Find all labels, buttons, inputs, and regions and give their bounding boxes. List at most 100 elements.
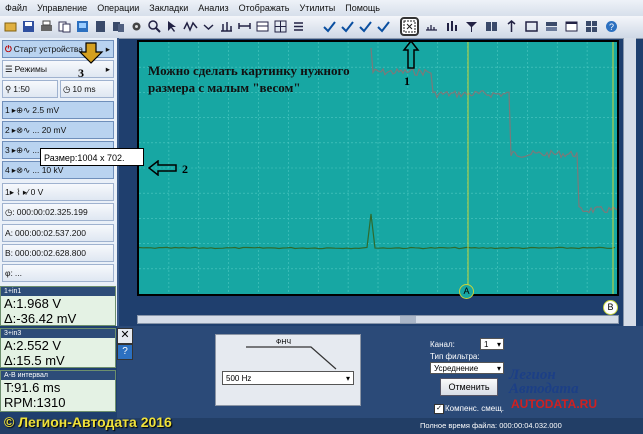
page-icon[interactable] <box>93 19 108 34</box>
scale-icon[interactable] <box>219 19 234 34</box>
export-image-icon[interactable] <box>75 19 90 34</box>
check-icon[interactable] <box>322 19 337 34</box>
start-device-label: Старт устройства <box>13 44 83 54</box>
frame-icon[interactable] <box>524 19 539 34</box>
cursor-b-row[interactable]: B: 000:00:02.628.800 <box>2 244 114 262</box>
waveform-icon[interactable] <box>183 19 198 34</box>
grid-icon[interactable] <box>273 19 288 34</box>
channel-1-icon: ▸⊕∿ <box>11 104 31 115</box>
clock-icon: ◷: <box>5 206 15 217</box>
list-icon[interactable] <box>291 19 306 34</box>
window-icon[interactable] <box>564 19 579 34</box>
image-size-icon[interactable] <box>400 17 419 36</box>
cursor-a-row[interactable]: A: 000:00:02.537.200 <box>2 224 114 242</box>
channel-2-row[interactable]: 2 ▸⊗∿ ... 20 mV <box>2 121 114 139</box>
split-icon[interactable] <box>484 19 499 34</box>
compens-checkbox[interactable]: ✓ <box>434 404 444 414</box>
channel-4-number: 4 <box>5 165 10 175</box>
menu-analysis[interactable]: Анализ <box>193 3 233 13</box>
menu-display[interactable]: Отображать <box>234 3 295 13</box>
timebase-control[interactable]: ⚲ 1:50 <box>2 80 58 98</box>
trigger-value: 0 V <box>30 187 44 197</box>
layout-icon[interactable] <box>544 19 559 34</box>
channel-3-number: 3 <box>5 145 10 155</box>
copy-icon[interactable] <box>57 19 72 34</box>
annotation-3: 3 <box>78 66 84 80</box>
readout-ab-time: T:91.6 ms <box>4 380 61 395</box>
readout-3-a: A:2.552 V <box>4 338 62 353</box>
channel-label: Канал: <box>430 340 455 349</box>
filter-icon[interactable] <box>464 19 479 34</box>
help-icon[interactable]: ? <box>604 19 619 34</box>
clock-icon: ◷ <box>63 83 71 94</box>
ruler-icon[interactable] <box>424 19 439 34</box>
tile-icon[interactable] <box>584 19 599 34</box>
svg-text:?: ? <box>609 22 614 32</box>
copyright-text: © Легион-Автодата 2016 <box>4 414 172 430</box>
table-icon[interactable] <box>255 19 270 34</box>
cursor-tool-icon[interactable] <box>165 19 180 34</box>
time-per-div-control[interactable]: ◷ 10 ms <box>60 80 114 98</box>
check-icon[interactable] <box>376 19 391 34</box>
vertical-scrollbar[interactable] <box>623 38 636 328</box>
save-icon[interactable] <box>21 19 36 34</box>
chevron-right-icon: ▸ <box>105 63 110 74</box>
readout-3-delta: Δ:15.5 mV <box>4 353 65 368</box>
check-icon[interactable] <box>340 19 355 34</box>
check-icon[interactable] <box>358 19 373 34</box>
readout-channel-1: 1+in1 A:1.968 V Δ:-36.42 mV <box>0 286 116 326</box>
readout-channel-3: 3+in3 A:2.552 V Δ:15.5 mV <box>0 328 116 368</box>
menu-utilities[interactable]: Утилиты <box>294 3 340 13</box>
readout-1-delta: Δ:-36.42 mV <box>4 311 77 326</box>
time-row-1[interactable]: ◷: 000:00:02.325.199 <box>2 203 114 221</box>
compens-label: Компенс. смещ. <box>445 404 505 413</box>
arrow-up-icon <box>402 40 420 69</box>
time-value-b: 000:00:02.628.800 <box>15 248 86 258</box>
cursor-a-marker[interactable]: A <box>459 284 474 299</box>
filter-type-value: Усреднение <box>434 364 479 373</box>
open-icon[interactable] <box>3 19 18 34</box>
cancel-button[interactable]: Отменить <box>440 378 498 396</box>
channel-3-scale: ... <box>32 145 40 155</box>
readout-1-header: 1+in1 <box>1 287 115 296</box>
channel-select-value: 1 <box>484 340 489 349</box>
help-icon[interactable]: ? <box>117 344 133 360</box>
menu-operations[interactable]: Операции <box>92 3 144 13</box>
filter-shape-box: ФНЧ 500 Hz ▾ <box>215 334 361 406</box>
marker-icon[interactable] <box>504 19 519 34</box>
frequency-select[interactable]: 500 Hz ▾ <box>222 371 354 385</box>
scroll-thumb[interactable] <box>400 316 416 323</box>
pages-icon[interactable] <box>111 19 126 34</box>
channel-2-icon: ▸⊗∿ <box>11 124 31 135</box>
measure-icon[interactable] <box>237 19 252 34</box>
bars-icon[interactable] <box>444 19 459 34</box>
left-panel: ⏻ Старт устройства ▸ ☰ Режимы ▸ ⚲ 1:50 ◷… <box>0 38 119 326</box>
legion-autodata-logo: Легион Автодата AUTODATA.RU <box>505 368 637 412</box>
size-tooltip: Размер:1004 x 702. <box>40 148 144 166</box>
full-time-status: Полное время файла: 000:00:04.032.000 <box>420 421 562 430</box>
channel-1-row[interactable]: 1 ▸⊕∿ 2.5 mV <box>2 101 114 119</box>
timebase-icon: ⚲ <box>5 83 12 94</box>
horizontal-scrollbar[interactable] <box>137 315 619 324</box>
caption-text: Можно сделать картинку нужного размера с… <box>148 62 350 96</box>
close-icon[interactable]: ✕ <box>117 328 133 344</box>
channel-1-number: 1 <box>5 105 10 115</box>
filter-type-select[interactable]: Усреднение ▾ <box>430 362 504 374</box>
readout-3-header: 3+in3 <box>1 329 115 338</box>
menu-control[interactable]: Управление <box>32 3 92 13</box>
settings-icon[interactable] <box>129 19 144 34</box>
menu-help[interactable]: Помощь <box>340 3 385 13</box>
phase-row[interactable]: φ: ... <box>2 264 114 282</box>
toolbar: ? <box>0 16 643 39</box>
print-icon[interactable] <box>39 19 54 34</box>
chevron-down-icon[interactable] <box>201 19 216 34</box>
zoom-icon[interactable] <box>147 19 162 34</box>
menu-bookmarks[interactable]: Закладки <box>144 3 193 13</box>
trigger-row[interactable]: 1▸ ⌇ ▸⁄ 0 V <box>2 183 114 201</box>
cursor-b-marker[interactable]: B <box>603 300 618 315</box>
caption-line-2: размера с малым "весом" <box>148 80 301 95</box>
menu-file[interactable]: Файл <box>0 3 32 13</box>
annotation-1: 1 <box>404 74 410 88</box>
frequency-value: 500 Hz <box>226 374 252 383</box>
channel-select[interactable]: 1 ▾ <box>480 338 504 350</box>
